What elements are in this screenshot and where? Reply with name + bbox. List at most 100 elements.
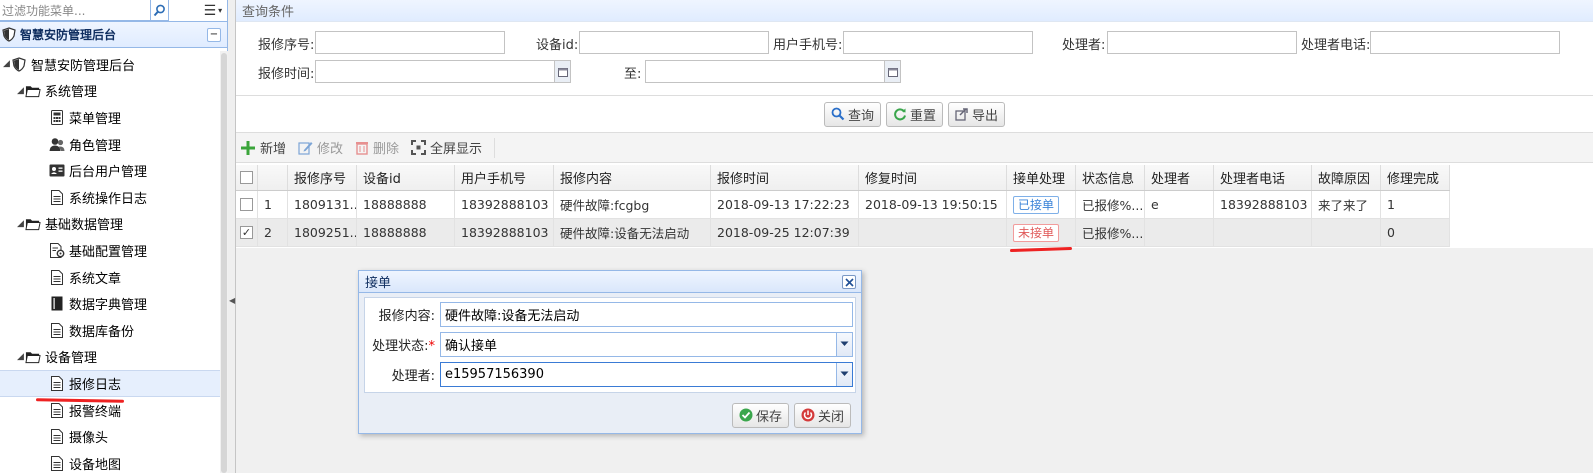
cell-done: 1	[1381, 191, 1450, 218]
tree-item[interactable]: 菜单管理	[0, 104, 220, 131]
accept-status-badge[interactable]: 未接单	[1013, 223, 1060, 242]
tree-item[interactable]: ◢ 智慧安防管理后台	[0, 51, 220, 78]
search-button[interactable]: 查询	[823, 101, 881, 127]
delete-button[interactable]: 删除	[355, 138, 399, 157]
row-checkbox[interactable]	[240, 198, 253, 211]
tree-item[interactable]: 数据字典管理	[0, 290, 220, 317]
accept-cell: 未接单	[1007, 219, 1076, 246]
accept-order-dialog: 接单 报修内容: 硬件故障:设备无法启动 处理状态:* 确认接单 处理者: e1…	[358, 270, 862, 434]
expand-icon[interactable]: ◢	[16, 352, 25, 362]
column-header[interactable]: 报修内容	[554, 165, 711, 190]
user-phone-label: 用户手机号:	[773, 38, 843, 53]
column-header[interactable]: 处理者电话	[1214, 165, 1312, 190]
folder-icon	[25, 83, 41, 99]
tree-item-label: 数据字典管理	[69, 298, 148, 314]
column-header[interactable]	[258, 165, 288, 190]
content-field[interactable]: 硬件故障:设备无法启动	[440, 301, 853, 327]
tree-item[interactable]: 系统文章	[0, 264, 220, 291]
tree-item[interactable]: 角色管理	[0, 131, 220, 158]
chevron-down-icon[interactable]	[836, 362, 852, 386]
table-row[interactable]: ✓ 2 1809251... 18888888 18392888103 硬件故障:设备无法…	[236, 219, 1450, 247]
tree-item[interactable]: ◢ 系统管理	[0, 78, 220, 105]
reset-button[interactable]: 重置	[885, 101, 943, 127]
tree-item[interactable]: 摄像头	[0, 423, 220, 450]
row-checkbox-cell	[236, 191, 258, 218]
handler-input[interactable]	[1107, 31, 1297, 54]
menu-tree: ◢ 智慧安防管理后台 ◢ 系统管理 菜单管理 角色管理 后台用户管理 系统操作日志 ◢ 基础数据管…	[0, 51, 220, 473]
close-button[interactable]: 关闭	[793, 402, 851, 428]
cell-user-phone: 18392888103	[455, 219, 554, 246]
calendar-icon[interactable]	[884, 61, 900, 82]
column-header[interactable]: 状态信息	[1076, 165, 1145, 190]
dialog-title: 接单	[365, 276, 392, 291]
tree-item-label: 智慧安防管理后台	[31, 58, 136, 74]
fullscreen-button[interactable]: 全屏显示	[411, 138, 482, 157]
dialog-header: 接单	[359, 271, 861, 293]
repair-time-end-input[interactable]	[645, 60, 901, 83]
column-header[interactable]: 修复时间	[859, 165, 1007, 190]
add-button[interactable]: 新增	[240, 138, 286, 157]
menu-icon[interactable]: ☰ ▾	[199, 1, 227, 21]
column-header[interactable]: 报修序号	[288, 165, 357, 190]
calculator-icon	[49, 109, 65, 125]
handler-select[interactable]: e15957156390	[440, 361, 853, 387]
cell-repair-time: 2018-09-25 12:07:39	[711, 219, 859, 246]
layout-splitter[interactable]: ◀	[228, 0, 236, 473]
column-header[interactable]: 修理完成	[1381, 165, 1450, 190]
tree-item[interactable]: 数据库备份	[0, 317, 220, 344]
accept-status-badge[interactable]: 已接单	[1013, 195, 1060, 214]
id-card-icon	[49, 163, 65, 179]
tree-item-label: 报修日志	[69, 377, 122, 393]
expand-icon[interactable]: ◢	[16, 219, 25, 229]
tree-item[interactable]: 后台用户管理	[0, 157, 220, 184]
row-checkbox[interactable]: ✓	[240, 226, 253, 239]
column-header[interactable]: 接单处理	[1007, 165, 1076, 190]
tree-item[interactable]: 系统操作日志	[0, 184, 220, 211]
tree-item[interactable]: 基础配置管理	[0, 237, 220, 264]
column-header[interactable]: 故障原因	[1312, 165, 1381, 190]
column-header[interactable]: 设备id	[357, 165, 455, 190]
export-button[interactable]: 导出	[948, 101, 1006, 127]
tree-item[interactable]: 报修日志	[0, 370, 220, 397]
column-header[interactable]	[236, 165, 258, 190]
sidebar: 过滤功能菜单... ☰ ▾ 智慧安防管理后台 − ◢ 智慧安防管理后台 ◢ 系统管理 菜单…	[0, 0, 228, 473]
sidebar-scrollbar[interactable]	[220, 51, 228, 473]
collapse-left-icon[interactable]: ◀	[229, 296, 235, 305]
collapse-icon[interactable]: −	[207, 28, 221, 42]
expand-icon[interactable]: ◢	[16, 86, 25, 96]
table-row[interactable]: 1 1809131... 18888888 18392888103 硬件故障:fcgbg…	[236, 191, 1450, 219]
menu-filter-input[interactable]: 过滤功能菜单...	[0, 0, 151, 21]
column-header[interactable]: 用户手机号	[455, 165, 554, 190]
tree-item-label: 报警终端	[69, 404, 122, 420]
repair-time-start-input[interactable]	[315, 60, 571, 83]
data-grid: 报修序号 设备id 用户手机号 报修内容 报修时间 修复时间 接单处理 状态信息 处理者 处理者电…	[236, 165, 1450, 247]
tree-item[interactable]: 设备地图	[0, 450, 220, 473]
status-select[interactable]: 确认接单	[440, 331, 853, 357]
save-button[interactable]: 保存	[731, 402, 789, 428]
book-icon	[49, 296, 65, 312]
column-header[interactable]: 处理者	[1145, 165, 1214, 190]
expand-icon[interactable]: ◢	[2, 59, 11, 69]
cell-repair-no: 1809251...	[288, 219, 357, 246]
tree-item[interactable]: ◢ 基础数据管理	[0, 211, 220, 238]
user-phone-input[interactable]	[843, 31, 1033, 54]
calendar-icon[interactable]	[554, 61, 570, 82]
search-icon[interactable]	[150, 0, 169, 21]
cell-fixed-time: 2018-09-13 19:50:15	[859, 191, 1007, 218]
repair-no-input[interactable]	[315, 31, 505, 54]
accept-cell: 已接单	[1007, 191, 1076, 218]
status-label: 处理状态:*	[372, 338, 435, 354]
edit-button[interactable]: 修改	[298, 138, 343, 157]
device-id-input[interactable]	[579, 31, 769, 54]
close-icon[interactable]	[842, 275, 856, 289]
cell-device-id: 18888888	[357, 191, 455, 218]
cell-index: 2	[258, 219, 288, 246]
repair-no-label: 报修序号:	[258, 38, 315, 53]
handler-phone-input[interactable]	[1370, 31, 1560, 54]
select-all-checkbox[interactable]	[240, 171, 253, 184]
chevron-down-icon[interactable]	[836, 332, 852, 356]
column-header[interactable]: 报修时间	[711, 165, 859, 190]
cell-handler	[1145, 219, 1214, 246]
dialog-form: 报修内容: 硬件故障:设备无法启动 处理状态:* 确认接单 处理者: e1595…	[364, 297, 856, 393]
tree-item[interactable]: ◢ 设备管理	[0, 344, 220, 371]
